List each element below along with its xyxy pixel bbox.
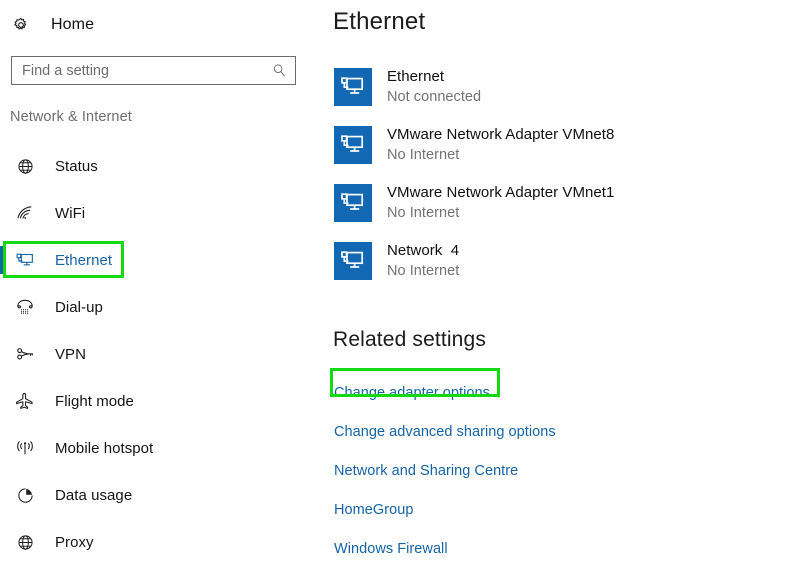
link-row[interactable]: Change adapter options: [330, 368, 774, 412]
sidebar-item-label: Flight mode: [55, 392, 134, 410]
adapter-status: No Internet: [387, 205, 460, 221]
link-row[interactable]: Network and Sharing Centre: [334, 451, 774, 490]
sidebar-item-wifi[interactable]: WiFi: [0, 195, 310, 231]
search-icon[interactable]: [267, 57, 295, 84]
home-nav-item[interactable]: Home: [11, 12, 94, 38]
ethernet-adapter-icon: [334, 126, 372, 164]
sidebar-item-label: Ethernet: [55, 251, 113, 269]
ethernet-icon: [14, 249, 36, 271]
sidebar-item-label: Mobile hotspot: [55, 439, 154, 457]
adapter-row[interactable]: Network 4 No Internet: [334, 240, 784, 284]
pie-chart-icon: [14, 484, 36, 506]
adapter-text: VMware Network Adapter VMnet1 No Interne…: [387, 182, 614, 223]
wifi-icon: [14, 202, 36, 224]
selection-indicator: [0, 246, 3, 274]
home-label: Home: [51, 16, 95, 33]
sidebar-item-label: Data usage: [55, 486, 133, 504]
adapter-status: No Internet: [387, 147, 460, 163]
ethernet-adapter-icon: [334, 242, 372, 280]
adapter-row[interactable]: VMware Network Adapter VMnet1 No Interne…: [334, 182, 784, 226]
broadcast-icon: [14, 437, 36, 459]
adapter-name: VMware Network Adapter VMnet8: [387, 126, 615, 143]
link-homegroup[interactable]: HomeGroup: [334, 502, 413, 518]
adapter-row[interactable]: VMware Network Adapter VMnet8 No Interne…: [334, 124, 784, 168]
link-row[interactable]: HomeGroup: [334, 490, 774, 529]
related-settings-title: Related settings: [333, 328, 486, 351]
adapter-name: Ethernet: [387, 68, 445, 85]
sidebar-item-dial-up[interactable]: Dial-up: [0, 289, 310, 325]
adapter-status: Not connected: [387, 89, 482, 105]
sidebar: Home Network & Internet: [0, 0, 310, 563]
sidebar-item-status[interactable]: Status: [0, 148, 310, 184]
search-input[interactable]: [12, 57, 267, 84]
adapter-name: VMware Network Adapter VMnet1: [387, 184, 615, 201]
adapter-status: No Internet: [387, 263, 460, 279]
sidebar-item-mobile-hotspot[interactable]: Mobile hotspot: [0, 430, 310, 466]
section-header: Network & Internet: [10, 109, 132, 125]
sidebar-item-label: VPN: [55, 345, 86, 363]
sidebar-item-label: Dial-up: [55, 298, 103, 316]
sidebar-item-proxy[interactable]: Proxy: [0, 524, 310, 560]
page-title: Ethernet: [333, 8, 426, 35]
sidebar-item-label: WiFi: [55, 204, 86, 222]
main-content: Ethernet Ethernet Not connected VMware N…: [330, 0, 793, 563]
settings-window: Home Network & Internet: [0, 0, 793, 563]
adapter-row[interactable]: Ethernet Not connected: [334, 66, 784, 110]
sidebar-item-data-usage[interactable]: Data usage: [0, 477, 310, 513]
sidebar-item-label: Status: [55, 157, 98, 175]
link-change-advanced-sharing-options[interactable]: Change advanced sharing options: [334, 424, 556, 440]
ethernet-adapter-icon: [334, 184, 372, 222]
adapter-name: Network 4: [387, 242, 460, 259]
phone-handset-icon: [14, 296, 36, 318]
sidebar-item-flight-mode[interactable]: Flight mode: [0, 383, 310, 419]
search-box[interactable]: [11, 56, 296, 85]
link-windows-firewall[interactable]: Windows Firewall: [334, 541, 448, 557]
globe-icon: [14, 155, 36, 177]
gear-icon: [11, 15, 31, 35]
adapter-text: Network 4 No Internet: [387, 240, 459, 281]
sidebar-item-label: Proxy: [55, 533, 94, 551]
sidebar-item-vpn[interactable]: VPN: [0, 336, 310, 372]
adapter-text: VMware Network Adapter VMnet8 No Interne…: [387, 124, 614, 165]
related-settings-links: Change adapter options Change advanced s…: [330, 368, 774, 568]
sidebar-item-ethernet[interactable]: Ethernet: [0, 241, 310, 278]
airplane-icon: [14, 390, 36, 412]
ethernet-adapter-icon: [334, 68, 372, 106]
sidebar-nav-list: Status WiFi Ethernet Dial-up VPN Flight …: [0, 148, 310, 571]
link-row[interactable]: Change advanced sharing options: [334, 412, 774, 451]
vpn-key-icon: [14, 343, 36, 365]
globe-icon: [14, 531, 36, 553]
adapter-text: Ethernet Not connected: [387, 66, 481, 107]
link-network-and-sharing-centre[interactable]: Network and Sharing Centre: [334, 463, 518, 479]
link-change-adapter-options[interactable]: Change adapter options: [334, 385, 490, 401]
adapter-list: Ethernet Not connected VMware Network Ad…: [334, 66, 784, 298]
link-row[interactable]: Windows Firewall: [334, 529, 774, 568]
